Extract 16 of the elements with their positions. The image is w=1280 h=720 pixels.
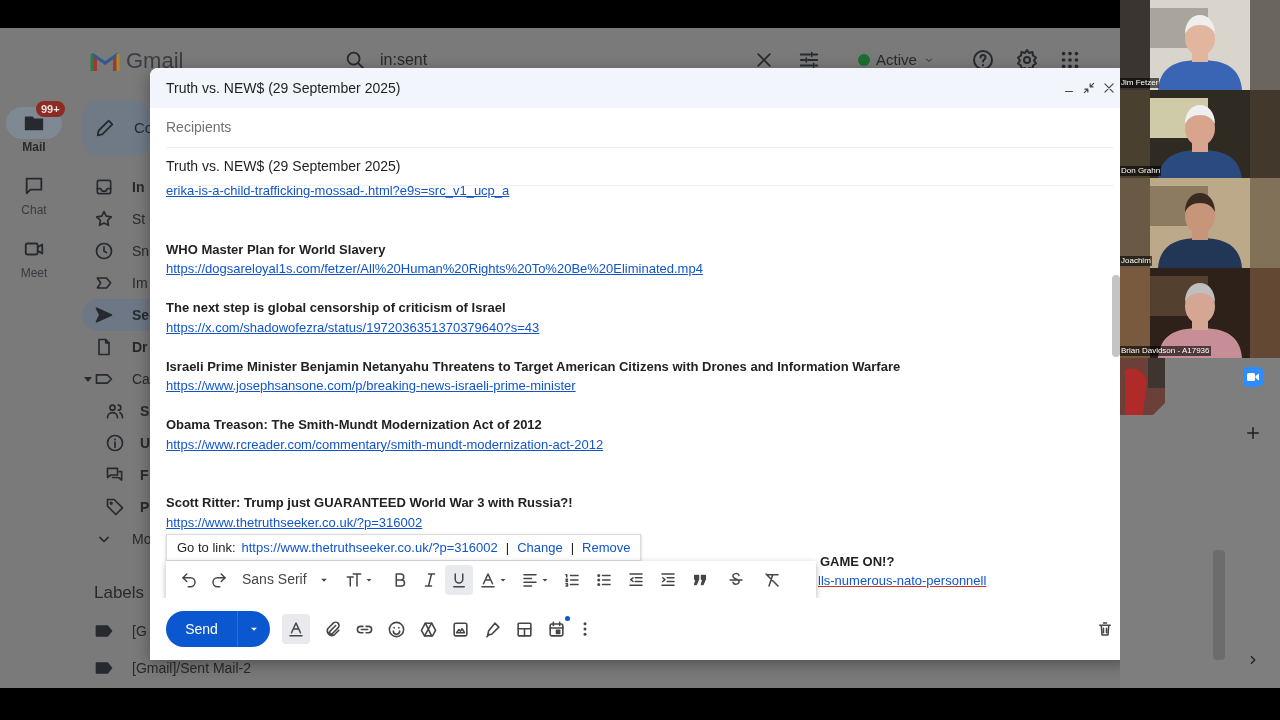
article-title: GAME ON!? (820, 552, 895, 571)
participant-name: Jim Fetzer (1120, 78, 1160, 88)
popup-label: Go to link: (177, 538, 236, 557)
participant-name: Joachim (1120, 256, 1152, 266)
unread-count: 99+ (36, 101, 65, 117)
article-title: The next step is global censorship of criticism of Israel (166, 299, 506, 317)
separator: | (504, 538, 511, 557)
labels-heading: Labels (94, 582, 146, 604)
article-title: Scott Ritter: Trump just GUARANTEED World War 3 with Russia?! (166, 494, 573, 512)
separator: | (569, 538, 576, 557)
app-name: Gmail (126, 46, 184, 75)
article-title: Obama Treason: The Smith-Mundt Modernization Act of 2012 (166, 416, 542, 434)
article-title: Israeli Prime Minister Benjamin Netanyahu Threatens to Target American Citizens with Drones and Information Warfare (166, 357, 901, 376)
article-title: WHO Master Plan for World Slavery (166, 240, 386, 259)
window-title: Truth vs. NEW$ (29 September 2025) (166, 78, 402, 98)
participant-name: Don Grahn (1120, 166, 1162, 176)
